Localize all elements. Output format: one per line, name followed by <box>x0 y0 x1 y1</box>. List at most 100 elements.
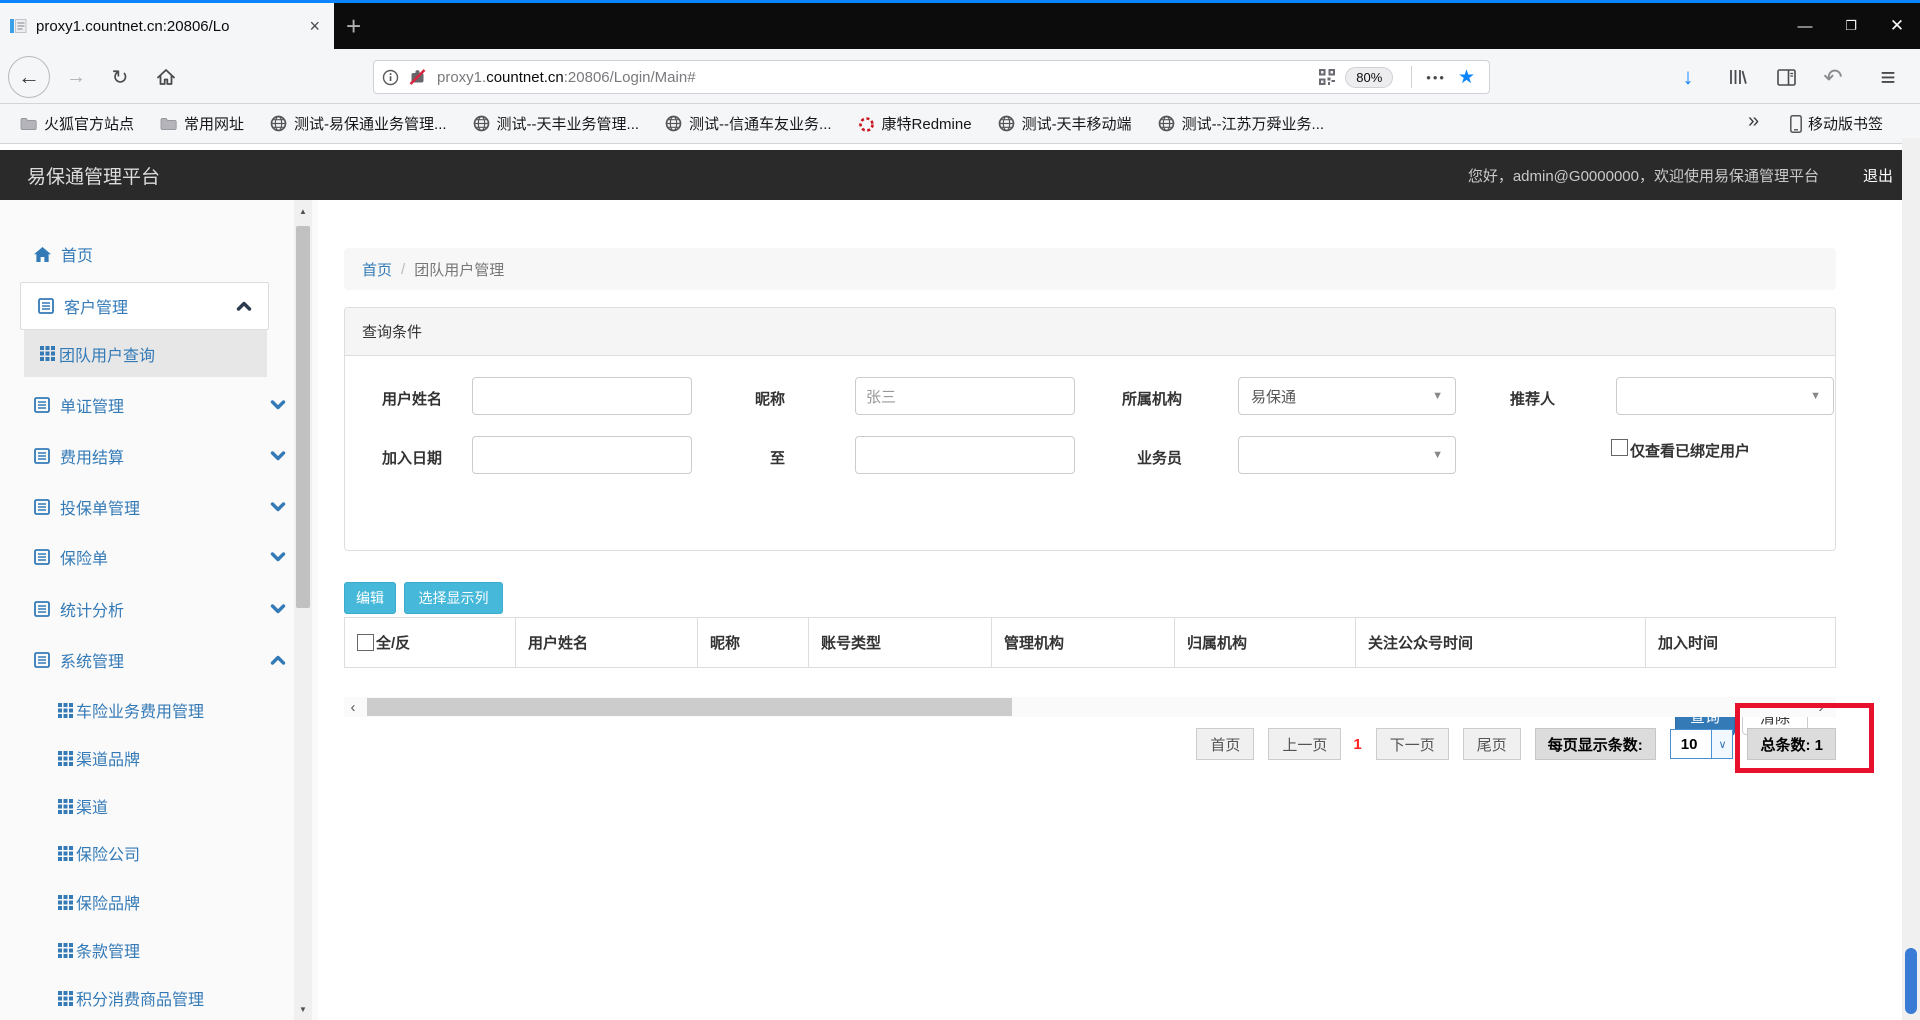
window-close-button[interactable]: ✕ <box>1874 3 1920 49</box>
sidebar-item-home[interactable]: 首页 <box>34 232 328 276</box>
sidebar-item-policy-app-mgmt[interactable]: 投保单管理 <box>34 485 328 529</box>
salesman-select[interactable]: ▼ <box>1238 436 1456 474</box>
mobile-bookmarks[interactable]: 移动版书签 <box>1790 113 1883 134</box>
download-icon: ↓ <box>1682 64 1694 89</box>
breadcrumb-separator: / <box>401 260 406 278</box>
sidebar-scrollbar-thumb[interactable] <box>296 226 310 608</box>
undo-close-tab-button[interactable]: ↶ <box>1815 59 1851 95</box>
sidebar-item-insurance-policy[interactable]: 保险单 <box>34 535 328 579</box>
reload-button[interactable]: ↻ <box>102 59 138 95</box>
breadcrumb-home-link[interactable]: 首页 <box>362 259 392 280</box>
pagination-last-button[interactable]: 尾页 <box>1462 728 1521 760</box>
filter-panel: 查询条件 用户姓名 昵称 所属机构 易保通 ▼ 推荐人 ▼ 加入日期 至 业务员… <box>344 307 1836 736</box>
sidebar-item-fee-settlement[interactable]: 费用结算 <box>34 434 328 478</box>
bookmark-yibaotong[interactable]: 测试-易保通业务管理... <box>270 113 447 134</box>
sidebar-item-label: 首页 <box>61 248 94 265</box>
tab-close-icon[interactable]: × <box>305 15 324 37</box>
chevron-up-icon <box>236 301 252 311</box>
page-scrollbar-thumb[interactable] <box>1905 948 1917 1014</box>
edit-button[interactable]: 编辑 <box>344 582 396 614</box>
table-h-scrollbar[interactable]: ‹ › <box>344 697 1836 717</box>
sidebar-item-customer-mgmt[interactable]: 客户管理 <box>20 282 269 330</box>
page-info-icon[interactable] <box>382 69 399 86</box>
sidebar-item-system-mgmt[interactable]: 系统管理 <box>34 638 328 682</box>
page-actions-icon[interactable]: ••• <box>1426 70 1446 85</box>
bookmark-label: 测试--江苏万舜业务... <box>1181 116 1325 133</box>
bookmark-xintong[interactable]: 测试--信通车友业务... <box>665 113 832 134</box>
pagination: 首页 上一页 1 下一页 尾页 每页显示条数: 10 ∨ 总条数: 1 <box>344 727 1836 761</box>
grid-icon <box>58 750 73 766</box>
logout-link[interactable]: 退出 <box>1863 165 1893 186</box>
url-text[interactable]: proxy1.countnet.cn:20806/Login/Main# <box>437 69 1319 86</box>
page-scrollbar[interactable] <box>1902 138 1920 1020</box>
globe-icon <box>270 115 287 132</box>
chevron-down-icon <box>270 400 286 410</box>
doc-list-icon <box>34 652 50 668</box>
redmine-icon <box>858 117 874 132</box>
bookmark-star-icon[interactable]: ★ <box>1458 66 1475 89</box>
sidebar-item-label: 保险单 <box>60 551 109 568</box>
qr-extension-icon[interactable] <box>1319 69 1336 85</box>
forward-button[interactable]: → <box>58 59 94 95</box>
scroll-left-arrow[interactable]: ‹ <box>344 697 362 717</box>
url-domain: countnet.cn <box>486 68 564 86</box>
choose-columns-button[interactable]: 选择显示列 <box>404 582 503 614</box>
plugin-blocked-icon[interactable] <box>408 68 427 86</box>
browser-tab[interactable]: proxy1.countnet.cn:20806/Lo × <box>0 3 334 49</box>
home-button[interactable] <box>148 59 184 95</box>
salesman-label: 业务员 <box>1136 450 1182 467</box>
org-select[interactable]: 易保通 ▼ <box>1238 377 1456 415</box>
username-label: 用户姓名 <box>381 391 442 408</box>
sidebar-item-label: 保险品牌 <box>76 896 141 913</box>
window-minimize-button[interactable]: — <box>1782 3 1828 49</box>
url-bar[interactable]: proxy1.countnet.cn:20806/Login/Main# 80%… <box>373 60 1490 94</box>
bookmark-folder-firefox[interactable]: 火狐官方站点 <box>20 113 134 134</box>
home-icon <box>157 69 175 85</box>
bookmark-jiangsu[interactable]: 测试--江苏万舜业务... <box>1158 113 1325 134</box>
sidebar-toggle-button[interactable] <box>1768 59 1804 95</box>
bound-only-checkbox[interactable] <box>1611 439 1628 456</box>
page-size-value: 10 <box>1680 735 1698 753</box>
bookmark-tianfeng[interactable]: 测试--天丰业务管理... <box>473 113 639 134</box>
phone-icon <box>1790 114 1802 133</box>
nickname-label: 昵称 <box>754 391 785 408</box>
back-button[interactable]: ← <box>8 56 50 98</box>
select-all-checkbox[interactable] <box>357 634 374 651</box>
scroll-up-arrow[interactable]: ▲ <box>294 202 312 220</box>
annotation-red-box <box>1735 703 1874 773</box>
zoom-level-badge[interactable]: 80% <box>1345 66 1394 88</box>
pagination-next-button[interactable]: 下一页 <box>1375 728 1449 760</box>
sidebar: 首页 客户管理 团队用户查询 单证管理 费用结算 投保单管理 保险单 统计分析 … <box>0 200 318 1020</box>
sidebar-item-label: 客户管理 <box>64 300 129 317</box>
downloads-button[interactable]: ↓ <box>1670 59 1706 95</box>
menu-button[interactable]: ≡ <box>1870 59 1906 95</box>
bookmarks-overflow-chevron[interactable]: » <box>1748 110 1759 133</box>
sidebar-item-document-mgmt[interactable]: 单证管理 <box>34 383 328 427</box>
sidebar-item-label: 系统管理 <box>60 654 125 671</box>
bookmark-folder-common[interactable]: 常用网址 <box>160 113 244 134</box>
sidebar-item-team-user-query[interactable]: 团队用户查询 <box>24 330 267 377</box>
app-header: 易保通管理平台 您好，admin@G0000000，欢迎使用易保通管理平台 退出 <box>0 150 1920 200</box>
join-date-input[interactable] <box>472 436 692 474</box>
library-button[interactable] <box>1719 59 1755 95</box>
bookmark-label: 康特Redmine <box>881 116 972 133</box>
grid-icon <box>58 798 73 814</box>
page-size-select[interactable]: 10 ∨ <box>1669 729 1734 759</box>
scroll-down-arrow[interactable]: ▼ <box>294 1000 312 1018</box>
pagination-first-button[interactable]: 首页 <box>1196 728 1255 760</box>
tab-favicon <box>10 19 27 33</box>
join-date-end-input[interactable] <box>855 436 1075 474</box>
bookmark-redmine[interactable]: 康特Redmine <box>858 113 972 134</box>
nickname-input[interactable] <box>855 377 1075 415</box>
referrer-select[interactable]: ▼ <box>1616 377 1834 415</box>
window-maximize-button[interactable]: ❐ <box>1828 3 1874 49</box>
urlbar-separator <box>1411 66 1413 88</box>
sidebar-scrollbar[interactable]: ▲ ▼ <box>294 200 312 1020</box>
sidebar-item-statistics[interactable]: 统计分析 <box>34 587 328 631</box>
bookmark-tianfeng-mobile[interactable]: 测试-天丰移动端 <box>998 113 1132 134</box>
forward-icon: → <box>66 65 86 88</box>
username-input[interactable] <box>472 377 692 415</box>
h-scrollbar-thumb[interactable] <box>367 698 1012 716</box>
new-tab-button[interactable]: + <box>346 13 361 39</box>
pagination-prev-button[interactable]: 上一页 <box>1268 728 1342 760</box>
